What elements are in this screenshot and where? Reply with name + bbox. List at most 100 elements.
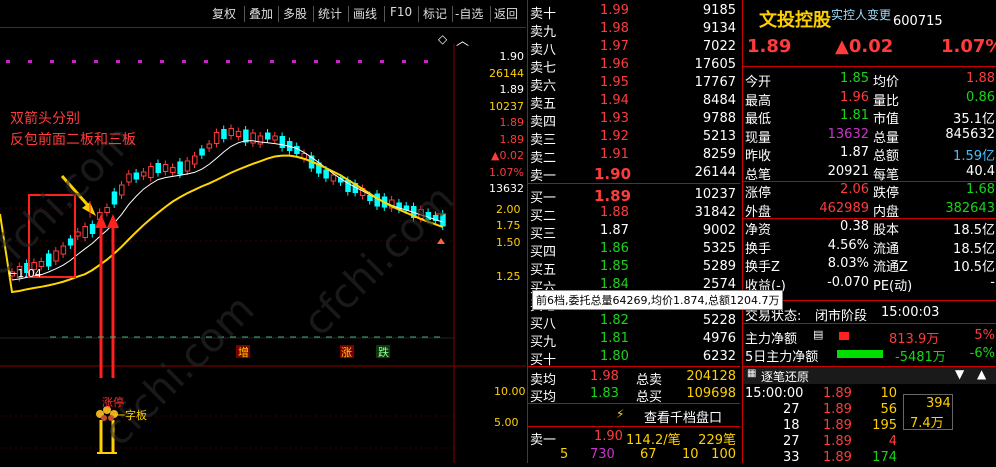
ask-row[interactable]: 卖一 1.90 26144 [528,164,740,184]
ask-row[interactable]: 卖八 1.97 7022 [528,38,740,58]
candle-body [265,132,271,140]
toolbar-draw[interactable]: 画线 [353,5,377,23]
lightning-icon: ⚡ [616,407,625,421]
dot-marker [226,60,230,63]
quote-stat-row: 最低 1.81 市值 35.1亿 [745,108,995,127]
zone-up-label: 增 [238,346,249,359]
dot-marker [314,60,318,63]
axis-side-label: 13632 [489,182,524,195]
candle-body [75,231,81,237]
candle-body [192,155,198,165]
candle-body [272,135,278,141]
annotation-text-2: 反包前面二板和三板 [10,132,136,148]
kline-chart-panel[interactable]: cfchi.com cfchi.com cfchi.com ◇ ︿ 双箭头分别 … [0,28,526,463]
candle-body [206,143,213,149]
kline-svg: cfchi.com cfchi.com cfchi.com [0,44,526,463]
dot-marker [204,60,208,63]
toolbar-f10[interactable]: F10 [390,5,412,23]
bid-row[interactable]: 买三 1.87 9002 [528,222,740,242]
lower-y-label: 5.00 [494,416,519,429]
dot-marker [138,60,142,63]
filter-icon[interactable]: ▼ [955,367,964,381]
candle-body [177,161,183,175]
bid-row[interactable]: 买一 1.89 10237 [528,186,740,206]
toolbar-stats[interactable]: 统计 [318,5,342,23]
quote-stat-row: 换手Z 8.03% 流通Z 10.5亿 [745,256,995,275]
candle-body [46,253,52,267]
y-axis-label: 1.50 [496,236,521,249]
divider [384,6,385,22]
tick-popup: 394 7.4万 [903,394,953,431]
ask-row[interactable]: 卖四 1.93 9788 [528,110,740,130]
axis-side-label: ▲0.02 [491,149,524,162]
ask-row[interactable]: 卖七 1.96 17605 [528,56,740,76]
divider [743,323,996,324]
ask-row[interactable]: 卖六 1.95 17767 [528,74,740,94]
candle-body [162,164,169,172]
dot-marker [94,60,98,63]
toolbar-back[interactable]: 返回 [494,5,518,23]
depth-button[interactable]: ⚡ 查看千档盘口 [528,404,740,426]
avg-bid-row: 买均 1.83 总买 109698 [530,386,736,405]
dot-marker [182,60,186,63]
bottom-detail-row: 5 730 67 10 100 [560,447,736,462]
candle-body [235,131,242,137]
order-book-panel: 卖十 1.99 9185 卖九 1.98 9134 卖八 1.97 7022 卖七 1… [527,0,784,463]
toolbar-overlay[interactable]: 叠加 [249,5,273,23]
low-price-label: ←1.04 [8,267,42,280]
candle-body [140,171,147,177]
avg-ask-row: 卖均 1.98 总卖 204128 [530,369,736,388]
collapse-icon[interactable]: ◇ [438,32,447,46]
chevron-up-icon[interactable]: ︿ [456,30,469,49]
lower-y-label: 10.00 [494,385,526,398]
axis-side-label: 1.07% [489,165,524,179]
ask-row[interactable]: 卖十 1.99 9185 [528,2,740,22]
y-axis-label: 1.75 [496,219,521,232]
chevron-up-icon[interactable]: ▲ [977,367,986,381]
ask-row[interactable]: 卖三 1.92 5213 [528,128,740,148]
last-price: 1.89 [747,36,792,57]
bid-row[interactable]: 买四 1.86 5325 [528,240,740,260]
bid-row[interactable]: 买九 1.81 4976 [528,330,740,350]
candle-body [67,238,74,246]
info-icon: ▤ [813,328,824,341]
chart-toolbar: 复权 叠加 多股 统计 画线 F10 标记 -自选 返回 [0,0,526,28]
bid-row[interactable]: 买十 1.80 6232 [528,348,740,368]
divider [278,6,279,22]
divider [743,66,996,67]
tick-header[interactable]: ▦ 逐笔还原 ▼ ▲ [743,367,996,384]
zone-down-label: 跌 [378,346,389,359]
candle-body [60,245,67,255]
axis-side-label: 1.89 [499,83,525,96]
ask-row[interactable]: 卖九 1.98 9134 [528,20,740,40]
candle-body [243,129,249,143]
dot-marker [270,60,274,63]
candle-body [82,226,88,238]
depth-button-label: 查看千档盘口 [644,411,723,426]
ask-row[interactable]: 卖二 1.91 8259 [528,146,740,166]
toolbar-mark[interactable]: 标记 [423,5,447,23]
toolbar-multi-stock[interactable]: 多股 [283,5,307,23]
ask-row[interactable]: 卖五 1.94 8484 [528,92,740,112]
toolbar-fuquan[interactable]: 复权 [212,5,236,23]
toolbar-watchlist[interactable]: -自选 [455,5,483,23]
bid-row[interactable]: 买八 1.82 5228 [528,312,740,332]
candle-body [89,224,96,234]
axis-side-label: 1.89 [499,116,525,129]
divider [244,6,245,22]
quote-stat-row: 最高 1.96 量比 0.86 [745,89,995,109]
quote-stat-row: 总笔 20921 每笔 40.4 [745,163,995,183]
dot-marker [28,60,32,63]
bid-row[interactable]: 买五 1.85 5289 [528,258,740,278]
candle-body [228,128,234,136]
quote-stat-row: 涨停 2.06 跌停 1.68 [745,182,995,201]
quote-stat-row: 外盘 462989 内盘 382643 [745,200,995,220]
quote-stat-row: 今开 1.85 均价 1.88 [745,71,995,90]
bid-row[interactable]: 买二 1.88 31842 [528,204,740,224]
candle-body [148,166,154,178]
order-tooltip: 前6档,委托总量64269,均价1.874,总额1204.7万 [532,290,784,310]
dot-marker [292,60,296,63]
divider [452,6,453,22]
zone-limit-label: 涨 [341,346,352,359]
dot-marker [160,60,164,63]
